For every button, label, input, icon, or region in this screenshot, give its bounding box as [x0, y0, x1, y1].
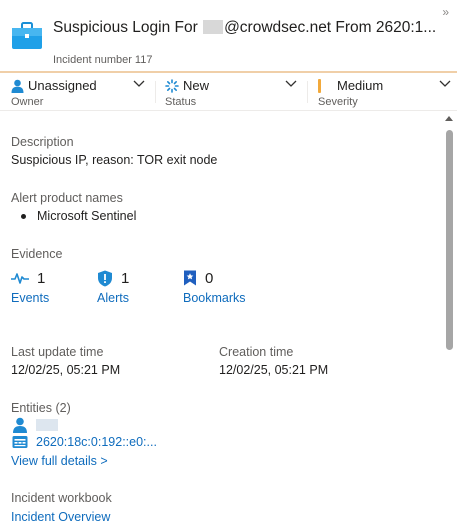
evidence-bookmarks[interactable]: 0 Bookmarks [183, 269, 246, 306]
entity-ip[interactable]: 2620:18c:0:192::e0:... [12, 435, 157, 449]
ip-entity-link[interactable]: 2620:18c:0:192::e0:... [36, 435, 157, 449]
alert-product-item: Microsoft Sentinel [37, 209, 137, 223]
chevron-down-icon [133, 80, 145, 87]
evidence-label: Evidence [11, 247, 63, 261]
entities-label: Entities (2) [11, 401, 71, 415]
bullet [21, 214, 26, 219]
alerts-link[interactable]: Alerts [97, 291, 129, 305]
bookmarks-link[interactable]: Bookmarks [183, 291, 246, 305]
status-value: New [183, 78, 210, 93]
shield-alert-icon [98, 270, 112, 286]
severity-indicator [318, 78, 321, 93]
incident-number: Incident number 117 [53, 54, 153, 66]
last-update-label: Last update time [11, 345, 104, 359]
evidence-events[interactable]: 1 Events [11, 269, 49, 305]
events-link[interactable]: Events [11, 291, 49, 305]
title-suffix: @crowdsec.net From 2620:1... [224, 19, 437, 36]
briefcase-icon [12, 22, 42, 49]
spinner-icon [165, 78, 179, 93]
divider [307, 81, 308, 103]
scrollbar[interactable] [442, 112, 457, 532]
alerts-count: 1 [121, 269, 130, 287]
chevron-down-icon [439, 80, 451, 87]
title-prefix: Suspicious Login For [53, 19, 198, 36]
status-label: Status [165, 96, 197, 108]
incident-workbook-label: Incident workbook [11, 491, 112, 505]
incident-overview-link[interactable]: Incident Overview [11, 510, 110, 524]
bookmark-icon [184, 270, 196, 286]
creation-time-value: 12/02/25, 05:21 PM [219, 363, 329, 377]
events-count: 1 [37, 269, 46, 287]
creation-time-label: Creation time [219, 345, 294, 359]
chevron-down-icon [285, 80, 297, 87]
severity-label: Severity [318, 96, 358, 108]
last-update-value: 12/02/25, 05:21 PM [11, 363, 121, 377]
redacted-username [203, 20, 224, 34]
chevron-double-right-icon[interactable]: » [442, 6, 449, 18]
owner-value: Unassigned [28, 78, 97, 93]
details-pane: Description Suspicious IP, reason: TOR e… [0, 112, 442, 532]
description-value: Suspicious IP, reason: TOR exit node [11, 153, 218, 167]
scroll-up-arrow-icon[interactable] [445, 116, 453, 121]
activity-pulse-icon [11, 273, 29, 284]
status-dropdown[interactable]: New Status [165, 73, 299, 111]
entity-account[interactable] [12, 417, 58, 433]
evidence-alerts[interactable]: 1 Alerts [97, 269, 130, 306]
alert-products-label: Alert product names [11, 191, 123, 205]
incident-title: Suspicious Login For @crowdsec.net From … [53, 19, 448, 37]
view-full-details-link[interactable]: View full details > [11, 454, 108, 468]
severity-value: Medium [337, 78, 384, 93]
incident-header: Suspicious Login For @crowdsec.net From … [0, 0, 457, 73]
redacted-account-name [36, 419, 58, 431]
description-label: Description [11, 135, 74, 149]
severity-dropdown[interactable]: Medium Severity [318, 73, 452, 111]
owner-label: Owner [11, 96, 44, 108]
person-icon [11, 79, 24, 93]
divider [155, 81, 156, 103]
status-bar: Unassigned Owner New Status Medium Sever… [0, 73, 457, 111]
owner-dropdown[interactable]: Unassigned Owner [11, 73, 147, 111]
bookmarks-count: 0 [205, 269, 214, 287]
scroll-thumb[interactable] [446, 130, 453, 350]
ip-address-icon [12, 436, 28, 448]
person-icon [13, 417, 27, 433]
